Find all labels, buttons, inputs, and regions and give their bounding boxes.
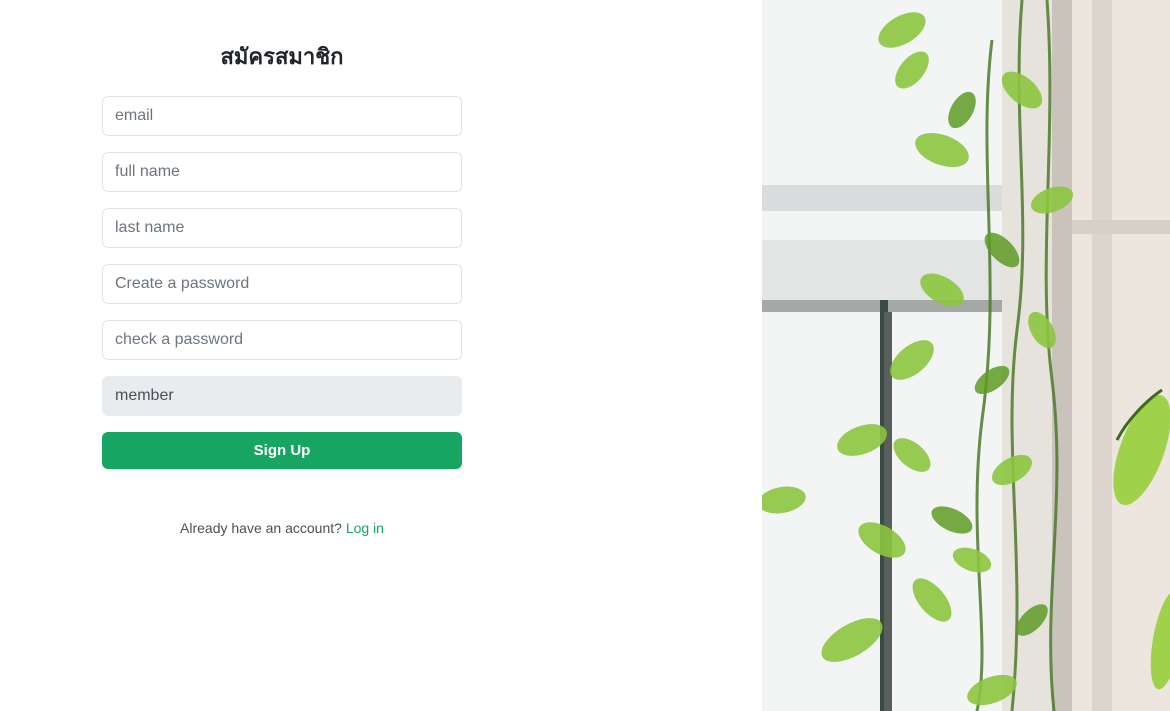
signup-panel: สมัครสมาชิก Sign Up Already have an acco… <box>0 0 762 711</box>
log-in-link[interactable]: Log in <box>346 520 384 536</box>
role-field <box>102 376 462 416</box>
last-name-input[interactable] <box>102 208 462 248</box>
plant-photo <box>762 0 1170 711</box>
full-name-input[interactable] <box>102 152 462 192</box>
page-title: สมัครสมาชิก <box>220 45 344 70</box>
email-input[interactable] <box>102 96 462 136</box>
login-prompt-row: Already have an account? Log in <box>102 519 462 537</box>
sign-up-button[interactable]: Sign Up <box>102 432 462 469</box>
plant-photo-illustration <box>762 0 1170 711</box>
login-prompt-text: Already have an account? <box>180 520 342 536</box>
check-password-input[interactable] <box>102 320 462 360</box>
create-password-input[interactable] <box>102 264 462 304</box>
